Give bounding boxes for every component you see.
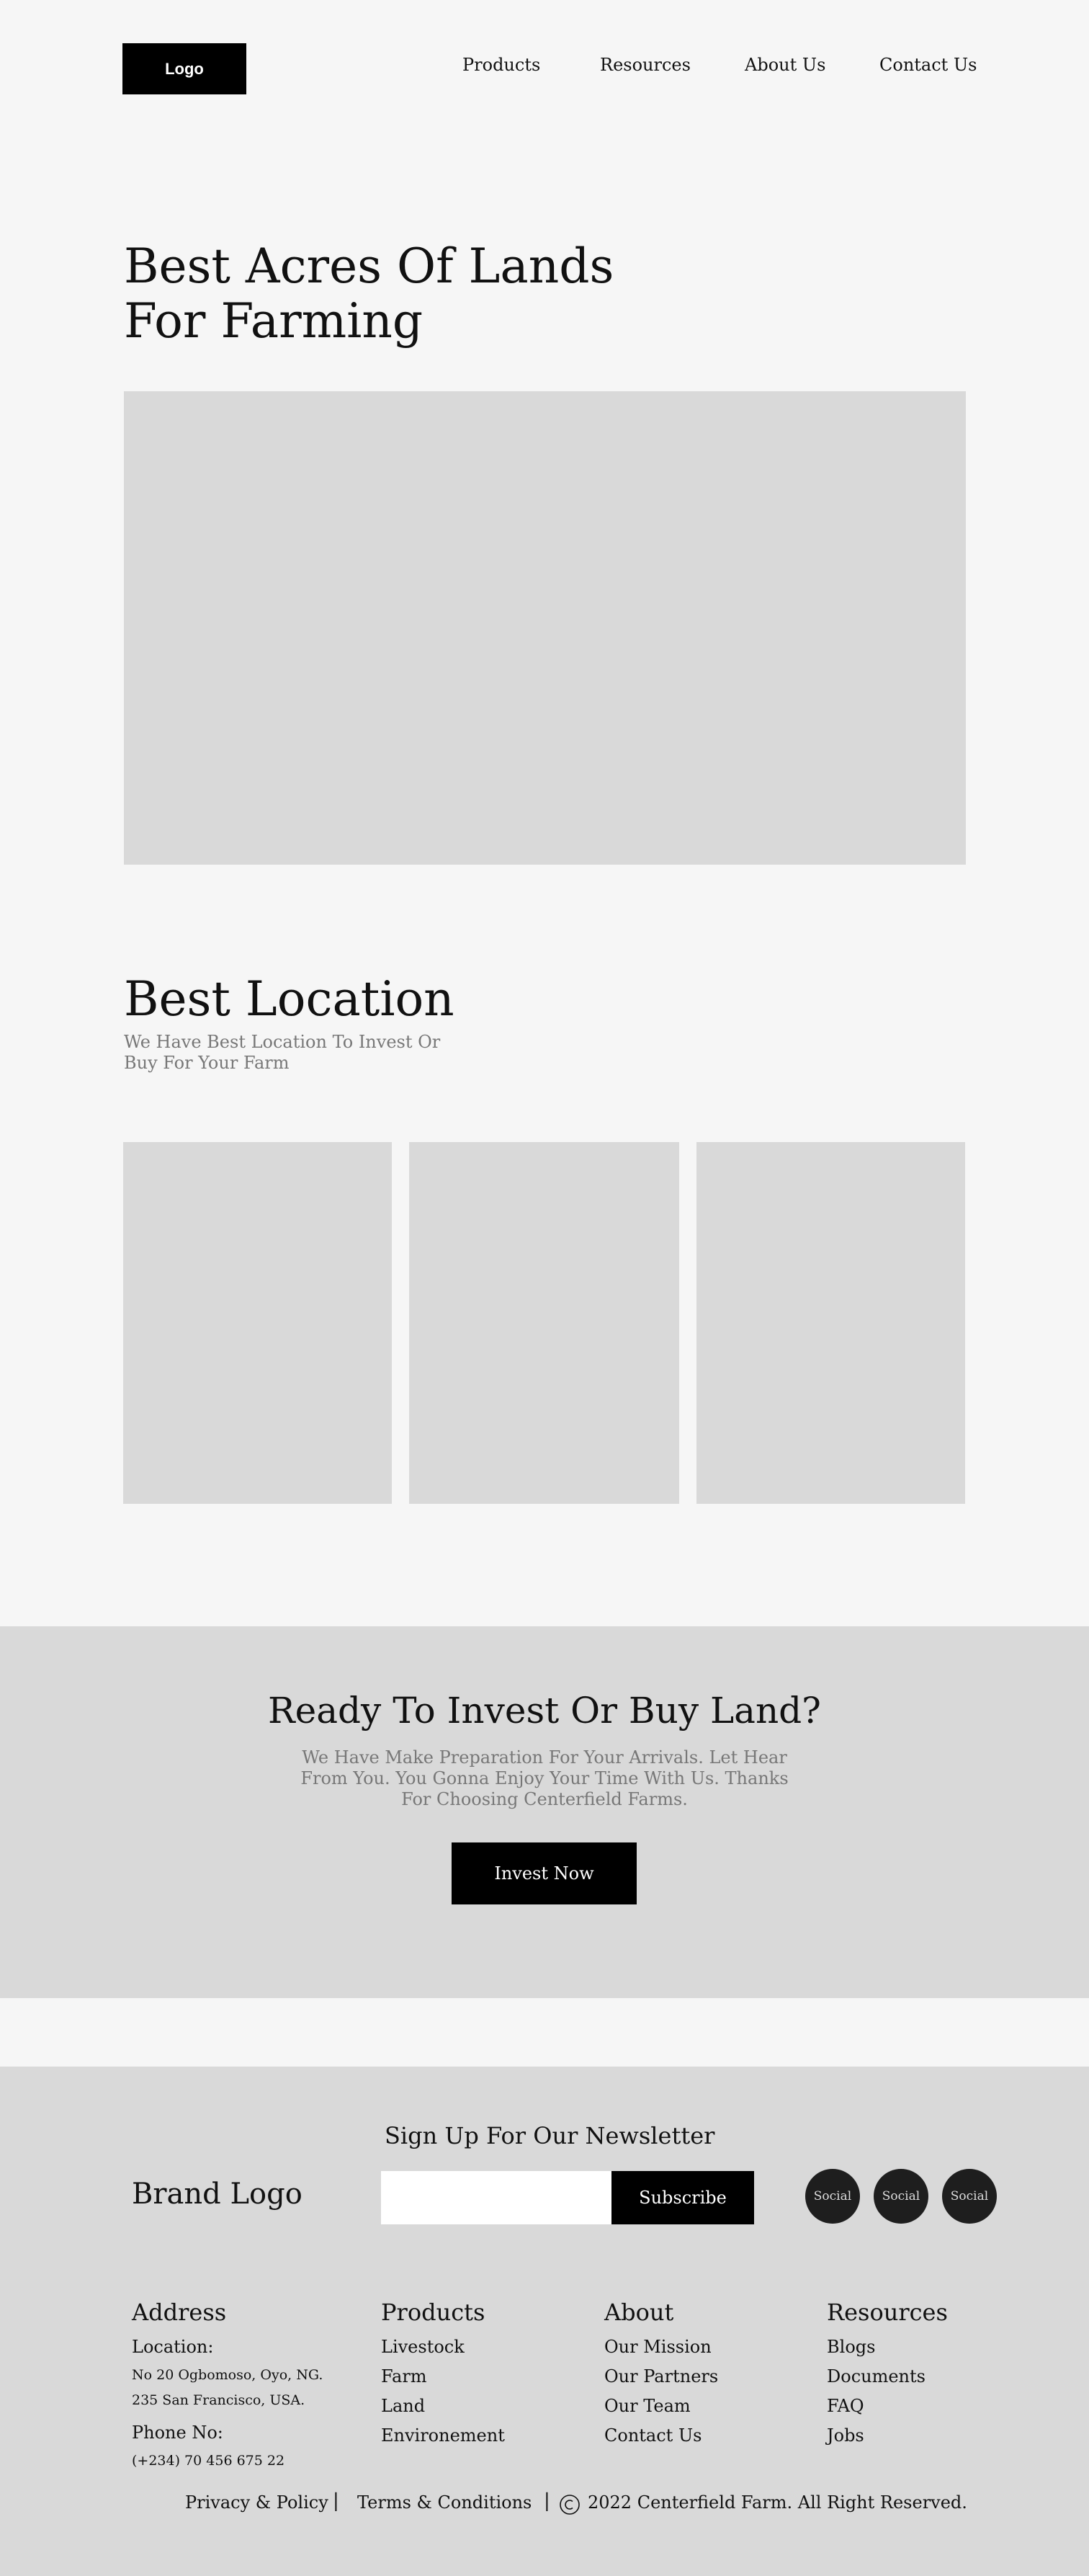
- social-icon-1[interactable]: Social: [805, 2169, 860, 2224]
- location-title: Best Location: [124, 971, 454, 1027]
- invest-now-button[interactable]: Invest Now: [452, 1842, 637, 1904]
- newsletter-title: Sign Up For Our Newsletter: [385, 2122, 715, 2149]
- phone-number: (+234) 70 456 675 22: [132, 2453, 285, 2469]
- phone-label: Phone No:: [132, 2423, 223, 2443]
- nav-products[interactable]: Products: [462, 55, 540, 75]
- separator: |: [333, 2490, 339, 2512]
- cta-subtitle: We Have Make Preparation For Your Arriva…: [300, 1747, 789, 1809]
- footer-link-farm[interactable]: Farm: [381, 2366, 427, 2386]
- footer-link-livestock[interactable]: Livestock: [381, 2337, 465, 2357]
- separator: |: [544, 2490, 550, 2512]
- footer-link-environement[interactable]: Environement: [381, 2425, 505, 2446]
- address-line-1: No 20 Ogbomoso, Oyo, NG.: [132, 2367, 323, 2383]
- about-heading: About: [604, 2299, 674, 2326]
- footer-link-contact-us[interactable]: Contact Us: [604, 2425, 702, 2446]
- social-icon-2[interactable]: Social: [874, 2169, 928, 2224]
- footer-link-documents[interactable]: Documents: [827, 2366, 926, 2386]
- address-line-2: 235 San Francisco, USA.: [132, 2392, 305, 2408]
- products-heading: Products: [381, 2299, 485, 2326]
- location-card-2[interactable]: [409, 1142, 679, 1504]
- copyright-icon: [560, 2495, 580, 2515]
- address-heading: Address: [132, 2299, 227, 2326]
- subscribe-button[interactable]: Subscribe: [611, 2171, 754, 2224]
- location-subtitle: We Have Best Location To Invest Or Buy F…: [124, 1032, 441, 1073]
- footer-link-land[interactable]: Land: [381, 2396, 425, 2416]
- location-card-1[interactable]: [123, 1142, 392, 1504]
- footer-link-faq[interactable]: FAQ: [827, 2396, 864, 2416]
- footer-link-our-mission[interactable]: Our Mission: [604, 2337, 712, 2357]
- nav-contact-us[interactable]: Contact Us: [879, 55, 977, 75]
- copyright-text: 2022 Centerfield Farm. All Right Reserve…: [588, 2492, 967, 2513]
- terms-conditions-link[interactable]: Terms & Conditions: [357, 2492, 532, 2513]
- nav-resources[interactable]: Resources: [600, 55, 691, 75]
- footer-link-jobs[interactable]: Jobs: [827, 2425, 864, 2446]
- footer-link-our-team[interactable]: Our Team: [604, 2396, 691, 2416]
- nav-about-us[interactable]: About Us: [745, 55, 825, 75]
- cta-section: [0, 1626, 1089, 1998]
- footer-link-our-partners[interactable]: Our Partners: [604, 2366, 718, 2386]
- brand-logo[interactable]: Brand Logo: [132, 2178, 302, 2211]
- hero-image-placeholder: [124, 391, 966, 865]
- privacy-policy-link[interactable]: Privacy & Policy: [185, 2492, 328, 2513]
- logo[interactable]: Logo: [122, 43, 246, 94]
- hero-title: Best Acres Of Lands For Farming: [124, 239, 614, 349]
- resources-heading: Resources: [827, 2299, 948, 2326]
- cta-title: Ready To Invest Or Buy Land?: [268, 1690, 821, 1732]
- social-icon-3[interactable]: Social: [942, 2169, 997, 2224]
- location-card-3[interactable]: [696, 1142, 965, 1504]
- newsletter-email-input[interactable]: [381, 2171, 611, 2224]
- location-label: Location:: [132, 2337, 214, 2357]
- footer-link-blogs[interactable]: Blogs: [827, 2337, 875, 2357]
